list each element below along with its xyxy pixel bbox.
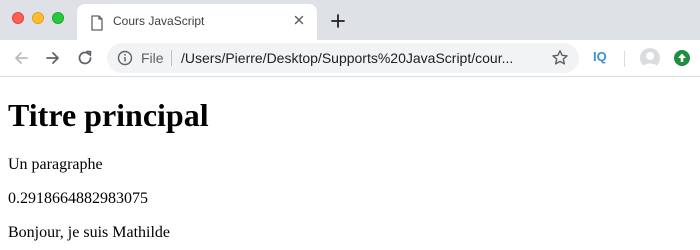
reload-icon[interactable] bbox=[76, 49, 94, 67]
address-bar[interactable]: File /Users/Pierre/Desktop/Supports%20Ja… bbox=[107, 43, 579, 73]
close-icon[interactable] bbox=[291, 12, 307, 28]
page-heading: Titre principal bbox=[8, 97, 209, 133]
tab-strip: Cours JavaScript bbox=[0, 0, 700, 40]
iq-extension-button[interactable]: IQ bbox=[593, 49, 607, 64]
browser-toolbar: File /Users/Pierre/Desktop/Supports%20Ja… bbox=[0, 40, 700, 77]
avatar-icon[interactable] bbox=[640, 48, 660, 68]
tab-cours-javascript[interactable]: Cours JavaScript bbox=[77, 4, 317, 40]
info-icon[interactable] bbox=[117, 50, 133, 66]
close-window-button[interactable] bbox=[12, 12, 24, 24]
paragraph-1: Un paragraphe bbox=[8, 156, 103, 173]
minimize-window-button[interactable] bbox=[32, 12, 44, 24]
paragraph-2: 0.2918664882983075 bbox=[8, 190, 148, 207]
plus-icon[interactable] bbox=[330, 13, 346, 29]
toolbar-separator bbox=[624, 51, 625, 67]
paragraph-3: Bonjour, je suis Mathilde bbox=[8, 224, 171, 241]
star-icon[interactable] bbox=[551, 49, 569, 67]
tab-title: Cours JavaScript bbox=[113, 14, 205, 28]
url-text[interactable]: /Users/Pierre/Desktop/Supports%20JavaScr… bbox=[181, 50, 541, 66]
page-content: Titre principal Un paragraphe 0.29186648… bbox=[8, 77, 700, 241]
maximize-window-button[interactable] bbox=[52, 12, 64, 24]
address-separator bbox=[171, 50, 172, 66]
extension-update-icon[interactable] bbox=[673, 49, 691, 67]
document-icon bbox=[91, 15, 103, 31]
forward-arrow-icon[interactable] bbox=[44, 49, 62, 67]
scheme-label: File bbox=[141, 50, 164, 66]
back-arrow-icon[interactable] bbox=[12, 49, 30, 67]
